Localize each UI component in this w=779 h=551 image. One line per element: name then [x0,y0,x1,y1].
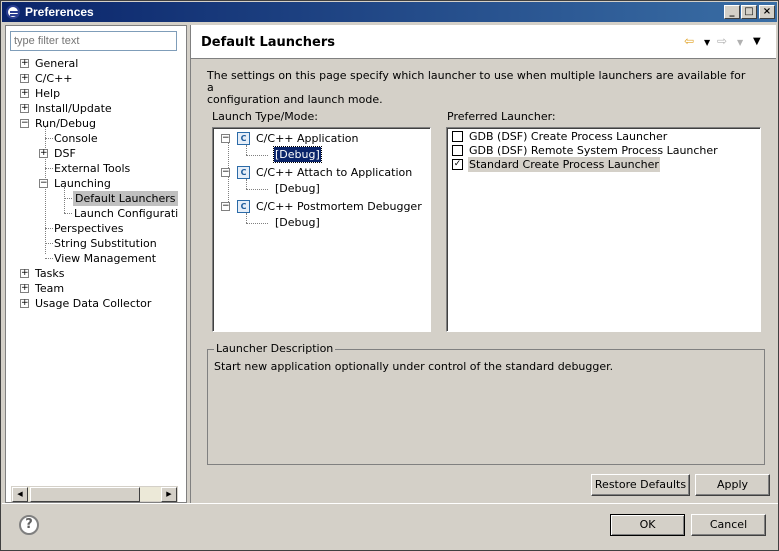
tree-item-default-launchers[interactable]: Default Launchers [73,191,178,206]
expand-icon[interactable]: + [20,59,29,68]
back-dropdown-icon[interactable]: ▼ [704,38,710,47]
collapse-icon[interactable]: − [221,134,230,143]
scroll-thumb[interactable] [30,487,140,502]
tree-item-console[interactable]: Console [54,131,98,146]
checkbox[interactable] [452,145,463,156]
checkbox-checked[interactable]: ✓ [452,159,463,170]
c-project-icon: C [237,166,250,179]
tree-horizontal-scrollbar[interactable]: ◀ ▶ [11,486,178,502]
expand-icon[interactable]: + [20,74,29,83]
expand-icon[interactable]: + [20,104,29,113]
view-menu-icon[interactable]: ▼ [753,36,761,47]
collapse-icon[interactable]: − [20,119,29,128]
tree-item-string-substitution[interactable]: String Substitution [54,236,157,251]
apply-button[interactable]: Apply [695,474,770,496]
launch-mode-item-selected[interactable]: [Debug] [273,146,322,163]
tree-item-view-management[interactable]: View Management [54,251,156,266]
maximize-button[interactable]: □ [741,5,757,19]
tree-item-launch-configurations[interactable]: Launch Configuratio [74,206,178,221]
collapse-icon[interactable]: − [221,168,230,177]
tree-item-external-tools[interactable]: External Tools [54,161,130,176]
c-project-icon: C [237,132,250,145]
minimize-button[interactable]: _ [724,5,740,19]
help-icon[interactable]: ? [19,515,39,535]
expand-icon[interactable]: + [39,149,48,158]
back-arrow-icon[interactable]: ⇦ [684,34,694,48]
launcher-description-text: Start new application optionally under c… [214,360,614,373]
cancel-button[interactable]: Cancel [691,514,766,536]
launch-type-label: Launch Type/Mode: [212,110,318,123]
restore-defaults-button[interactable]: Restore Defaults [591,474,690,496]
preferences-window: Preferences _ □ × + General + C/C++ + He… [0,0,779,551]
page-title: Default Launchers [201,35,335,50]
scroll-right-icon[interactable]: ▶ [161,487,177,502]
scroll-left-icon[interactable]: ◀ [12,487,28,502]
tree-item-perspectives[interactable]: Perspectives [54,221,123,236]
filter-input[interactable] [10,31,177,51]
expand-icon[interactable]: + [20,269,29,278]
title-bar[interactable]: Preferences _ □ × [2,2,777,22]
ok-button[interactable]: OK [610,514,685,536]
expand-icon[interactable]: + [20,284,29,293]
expand-icon[interactable]: + [20,299,29,308]
c-project-icon: C [237,200,250,213]
collapse-icon[interactable]: − [39,179,48,188]
forward-dropdown-icon[interactable]: ▼ [737,38,743,47]
forward-arrow-icon[interactable]: ⇨ [717,34,727,48]
preferred-launcher-list[interactable]: GDB (DSF) Create Process Launcher GDB (D… [446,127,761,332]
window-title: Preferences [25,5,94,19]
launcher-description-label: Launcher Description [214,342,336,355]
checkbox[interactable] [452,131,463,142]
collapse-icon[interactable]: − [221,202,230,211]
expand-icon[interactable]: + [20,89,29,98]
launcher-description-group: Launcher Description Start new applicati… [207,342,765,465]
footer-separator [2,503,778,504]
preferred-launcher-label: Preferred Launcher: [447,110,556,123]
launch-mode-item[interactable]: [Debug] [275,215,320,230]
close-button[interactable]: × [759,5,775,19]
page-description: The settings on this page specify which … [207,69,746,106]
launch-type-tree[interactable]: − C C/C++ Application [Debug] − C C/C++ … [212,127,431,332]
eclipse-icon [6,5,20,19]
launch-mode-item[interactable]: [Debug] [275,181,320,196]
